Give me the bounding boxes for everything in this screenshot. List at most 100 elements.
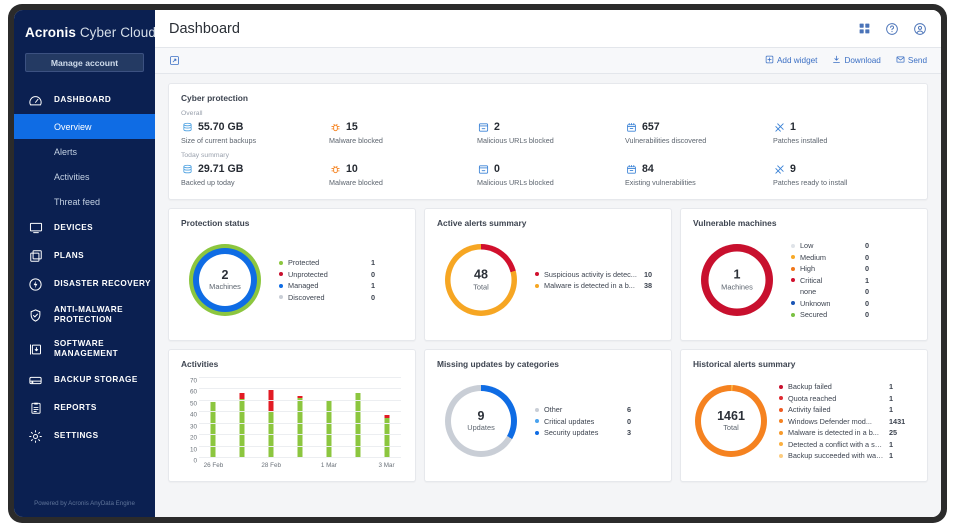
- legend-item[interactable]: Unknown 0: [791, 297, 921, 309]
- legend-item[interactable]: Security updates 3: [535, 427, 665, 439]
- sidebar-item-activities[interactable]: Activities: [14, 164, 155, 189]
- legend-item[interactable]: Protected 1: [279, 257, 409, 269]
- cyber-metric[interactable]: 1 Patches installed: [773, 119, 921, 145]
- legend-item[interactable]: Windows Defender mod... 1431: [779, 415, 921, 427]
- bar[interactable]: [355, 393, 361, 457]
- cyber-metric-value: 10: [346, 163, 358, 175]
- account-circle-icon[interactable]: [913, 22, 927, 36]
- cyber-metric[interactable]: 84 Existing vulnerabilities: [625, 161, 773, 187]
- legend-item[interactable]: Critical 1: [791, 274, 921, 286]
- help-circle-icon[interactable]: [885, 22, 899, 36]
- gridline: [199, 457, 401, 458]
- sidebar-item-settings[interactable]: SETTINGS: [14, 422, 155, 450]
- sidebar-item-alerts[interactable]: Alerts: [14, 139, 155, 164]
- legend-value: 0: [371, 269, 376, 279]
- sidebar-item-devices[interactable]: DEVICES: [14, 214, 155, 242]
- legend-color-dot: [279, 283, 283, 288]
- sidebar-item-anti-malware-protection[interactable]: ANTI-MALWARE PROTECTION: [14, 298, 155, 332]
- legend-label: Quota reached: [788, 393, 837, 403]
- bar[interactable]: [326, 401, 332, 457]
- donut-chart-container[interactable]: 1461 Total: [687, 385, 775, 457]
- legend-item[interactable]: Backup failed 1: [779, 381, 921, 393]
- legend-color-dot: [791, 289, 795, 294]
- sidebar-item-reports[interactable]: REPORTS: [14, 394, 155, 422]
- vulnerability-icon: [625, 121, 637, 133]
- donut-center-value: 48: [474, 267, 488, 282]
- send-button[interactable]: Send: [896, 55, 927, 66]
- widget-title: Active alerts summary: [437, 218, 527, 228]
- cyber-metric-value: 84: [642, 163, 654, 175]
- cyber-overall-row: 55.70 GB Size of current backups 15 Malwar…: [169, 119, 927, 145]
- donut-chart-container[interactable]: 9 Updates: [431, 385, 531, 457]
- legend-item[interactable]: Malware is detected in a b... 38: [535, 280, 665, 292]
- main-area: Dashboard Add widget Download Send Cyber…: [155, 10, 941, 517]
- legend-item[interactable]: Unprotected 0: [279, 269, 409, 281]
- cyber-metric[interactable]: 29.71 GB Backed up today: [181, 161, 329, 187]
- cyber-metric[interactable]: 657 Vulnerabilities discovered: [625, 119, 773, 145]
- legend-color-dot: [791, 243, 795, 248]
- legend-color-dot: [535, 419, 539, 423]
- x-axis-tick: 1 Mar: [320, 462, 337, 469]
- donut-chart-container[interactable]: 2 Machines: [175, 244, 275, 316]
- shield-check-icon: [27, 307, 44, 324]
- bar[interactable]: [297, 396, 303, 457]
- bar[interactable]: [239, 393, 245, 457]
- legend-item[interactable]: Suspicious activity is detec... 10: [535, 269, 665, 281]
- cyber-metric[interactable]: 55.70 GB Size of current backups: [181, 119, 329, 145]
- legend-label: Unprotected: [288, 269, 328, 279]
- cyber-metric[interactable]: 9 Patches ready to install: [773, 161, 921, 187]
- legend-item[interactable]: Quota reached 1: [779, 392, 921, 404]
- cyber-metric[interactable]: 0 Malicious URLs blocked: [477, 161, 625, 187]
- activities-bar-chart[interactable]: 0 10 20 30 40 50 60 70 26 Feb 28 Feb 1 Mar 3 Mar: [177, 373, 405, 473]
- y-axis: 0 10 20 30 40 50 60 70: [177, 377, 197, 465]
- sidebar-item-label: DEVICES: [54, 222, 94, 232]
- download-button[interactable]: Download: [832, 55, 881, 66]
- donut-center: 48 Total: [450, 249, 512, 311]
- cyber-metric[interactable]: 10 Malware blocked: [329, 161, 477, 187]
- sidebar-item-label: REPORTS: [54, 402, 97, 412]
- manage-account-button[interactable]: Manage account: [25, 53, 144, 72]
- sidebar-item-dashboard[interactable]: DASHBOARD: [14, 86, 155, 114]
- legend-value: 1: [889, 439, 894, 449]
- legend-item[interactable]: High 0: [791, 263, 921, 275]
- legend-value: 1431: [889, 416, 906, 426]
- cyber-metric[interactable]: 2 Malicious URLs blocked: [477, 119, 625, 145]
- sidebar-item-disaster-recovery[interactable]: DISASTER RECOVERY: [14, 270, 155, 298]
- browser-block-icon: [477, 163, 489, 175]
- grid-apps-icon[interactable]: [858, 22, 871, 35]
- widget-title: Activities: [181, 359, 219, 369]
- legend-item[interactable]: Malware is detected in a b... 25: [779, 427, 921, 439]
- legend-item[interactable]: Activity failed 1: [779, 404, 921, 416]
- database-icon: [181, 121, 193, 133]
- legend-item[interactable]: Low 0: [791, 240, 921, 252]
- bar[interactable]: [384, 414, 390, 457]
- legend-label: Backup failed: [788, 382, 832, 391]
- legend-item[interactable]: Managed 1: [279, 280, 409, 292]
- donut-chart-container[interactable]: 48 Total: [431, 244, 531, 316]
- legend-color-dot: [535, 430, 539, 435]
- legend-color-dot: [791, 266, 795, 271]
- legend-item[interactable]: Critical updates 0: [535, 415, 665, 427]
- widget-title: Protection status: [181, 218, 250, 228]
- sidebar-item-software-management[interactable]: SOFTWARE MANAGEMENT: [14, 332, 155, 366]
- customize-layout-icon[interactable]: [169, 55, 183, 66]
- sidebar-item-overview[interactable]: Overview: [14, 114, 155, 139]
- historical-alerts-donut: 1461 Total: [695, 385, 767, 457]
- sidebar-item-plans[interactable]: PLANS: [14, 242, 155, 270]
- add-widget-button[interactable]: Add widget: [765, 55, 817, 66]
- vulnerable-machines-donut: 1 Machines: [701, 244, 773, 316]
- legend-item[interactable]: Medium 0: [791, 251, 921, 263]
- legend-item[interactable]: Secured 0: [791, 309, 921, 321]
- legend-item[interactable]: Detected a conflict with a se... 1: [779, 438, 921, 450]
- plus-square-icon: [765, 55, 777, 66]
- sidebar-item-threat-feed[interactable]: Threat feed: [14, 189, 155, 214]
- widget-body: 9 Updates Other 6 Critical updates 0 Securit…: [425, 369, 671, 473]
- donut-chart-container[interactable]: 1 Machines: [687, 244, 787, 316]
- legend-item[interactable]: Backup succeeded with war... 1: [779, 450, 921, 462]
- legend-item[interactable]: Discovered 0: [279, 292, 409, 304]
- legend-value: 1: [889, 382, 894, 391]
- legend-item[interactable]: none 0: [791, 286, 921, 298]
- cyber-metric[interactable]: 15 Malware blocked: [329, 119, 477, 145]
- legend-item[interactable]: Other 6: [535, 404, 665, 416]
- sidebar-item-backup-storage[interactable]: BACKUP STORAGE: [14, 366, 155, 394]
